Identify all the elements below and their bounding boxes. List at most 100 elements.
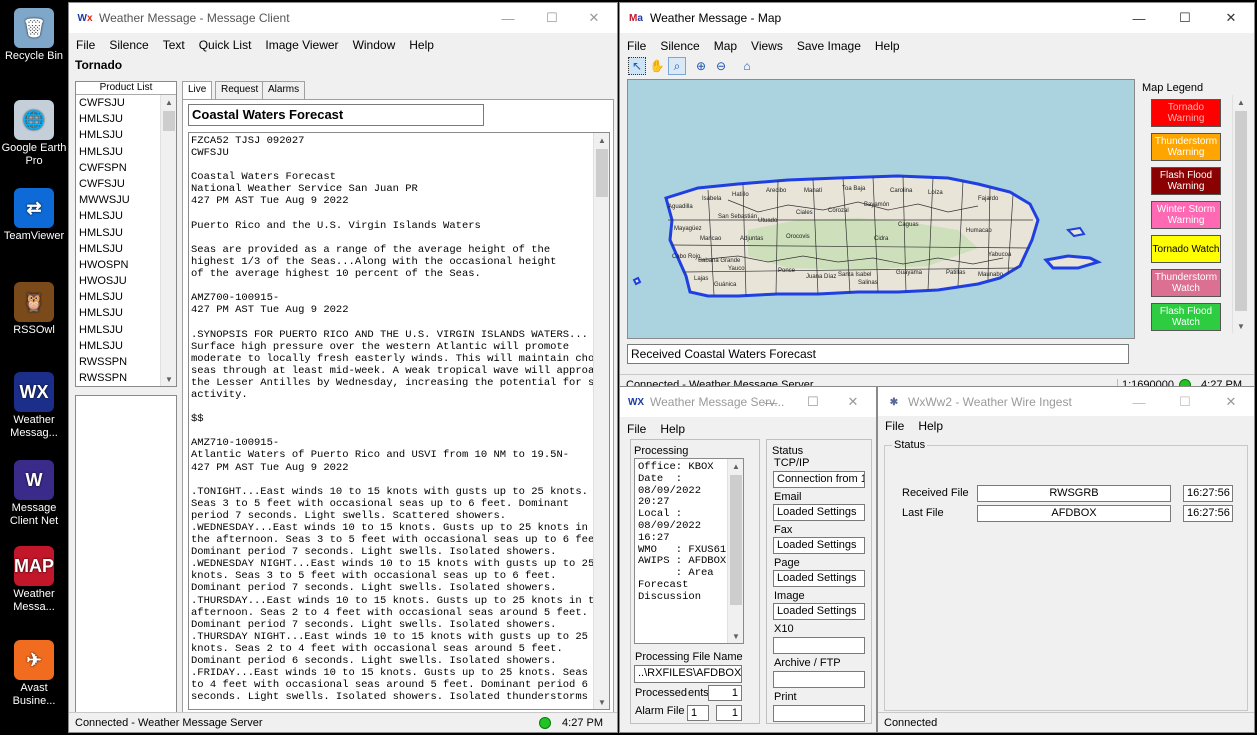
scroll-down-icon[interactable]: ▼ bbox=[1233, 319, 1248, 333]
vieques-island bbox=[1043, 254, 1103, 270]
zoom-out-icon[interactable]: ⊖ bbox=[712, 57, 730, 75]
menu-item[interactable]: Silence bbox=[102, 38, 155, 52]
ingest-window: ✱ WxWw2 - Weather Wire Ingest — ☐ ✕ File… bbox=[877, 386, 1255, 733]
page-label: Page bbox=[774, 557, 800, 569]
scroll-up-icon[interactable]: ▲ bbox=[728, 459, 743, 473]
map-place-label: Maunabo bbox=[978, 272, 1004, 278]
zoom-in-icon[interactable]: ⊕ bbox=[692, 57, 710, 75]
maximize-button[interactable]: ☐ bbox=[1162, 3, 1208, 33]
legend-item[interactable]: Thunderstorm Watch bbox=[1151, 269, 1221, 297]
scroll-up-icon[interactable]: ▲ bbox=[161, 95, 176, 109]
map-legend[interactable]: ▲ ▼ Tornado Warning Thunderstorm Warning F… bbox=[1138, 95, 1248, 333]
menu-item[interactable]: Text bbox=[156, 38, 192, 52]
menu-item[interactable]: File bbox=[620, 39, 653, 53]
product-text-box[interactable]: FZCA52 TJSJ 092027 CWFSJU Coastal Waters… bbox=[188, 132, 610, 710]
menu-item[interactable]: Window bbox=[346, 38, 403, 52]
legend-item[interactable]: Tornado Watch bbox=[1151, 235, 1221, 263]
legend-title: Map Legend bbox=[1142, 82, 1204, 94]
select-tool-icon[interactable]: ↖ bbox=[628, 57, 646, 75]
desktop-icon-label: Avast Busine... bbox=[12, 682, 56, 707]
map-canvas[interactable]: Aguadilla Isabela Hatillo Arecibo Manatí Toa … bbox=[627, 79, 1135, 339]
legend-scrollbar[interactable]: ▲ ▼ bbox=[1232, 95, 1248, 333]
menu-item[interactable]: Image Viewer bbox=[258, 38, 345, 52]
minimize-button[interactable]: — bbox=[1116, 3, 1162, 33]
menu-item[interactable]: Save Image bbox=[790, 39, 868, 53]
file-name-label: Processing File Name bbox=[635, 651, 743, 663]
minimize-button[interactable]: — bbox=[748, 387, 794, 417]
tab-live[interactable]: Live bbox=[182, 81, 213, 101]
zoom-box-tool-icon[interactable]: ⌕ bbox=[668, 57, 686, 75]
scroll-thumb[interactable] bbox=[730, 475, 742, 605]
culebra-island bbox=[1065, 226, 1086, 238]
tab-request[interactable]: Request bbox=[215, 81, 265, 99]
scroll-down-icon[interactable]: ▼ bbox=[161, 372, 176, 386]
email-field: Loaded Settings bbox=[773, 504, 865, 521]
window-title: WxWw2 - Weather Wire Ingest bbox=[908, 395, 1072, 409]
menu-item[interactable]: File bbox=[878, 419, 911, 433]
scroll-thumb[interactable] bbox=[596, 149, 608, 197]
home-view-icon[interactable]: ⌂ bbox=[738, 57, 756, 75]
map-place-label: Salinas bbox=[858, 280, 878, 286]
pan-tool-icon[interactable]: ✋ bbox=[648, 57, 666, 75]
map-place-label: Juana Díaz bbox=[806, 274, 836, 280]
processing-text-box[interactable]: Office: KBOX Date : 08/09/2022 20:27 Loc… bbox=[634, 458, 744, 644]
map-toolbar: ↖ ✋ ⌕ ⊕ ⊖ ⌂ bbox=[624, 54, 824, 78]
menu-item[interactable]: Help bbox=[868, 39, 907, 53]
text-scrollbar[interactable]: ▲ ▼ bbox=[593, 133, 609, 709]
scroll-thumb[interactable] bbox=[1235, 111, 1247, 311]
desktop-icon[interactable]: W Message Client Net bbox=[0, 460, 68, 528]
legend-item[interactable]: Winter Storm Warning bbox=[1151, 201, 1221, 229]
maximize-button[interactable]: ☐ bbox=[1162, 387, 1208, 417]
menu-item[interactable]: Silence bbox=[653, 39, 706, 53]
scroll-up-icon[interactable]: ▲ bbox=[594, 133, 609, 147]
product-list-scrollbar[interactable]: ▲ ▼ bbox=[160, 95, 176, 386]
legend-item[interactable]: Flash Flood Warning bbox=[1151, 167, 1221, 195]
menu-item[interactable]: Help bbox=[402, 38, 441, 52]
tab-alarms[interactable]: Alarms bbox=[262, 81, 306, 99]
desktop-icon[interactable]: ✈ Avast Busine... bbox=[0, 640, 68, 708]
menu-item[interactable]: Help bbox=[911, 419, 950, 433]
scroll-thumb[interactable] bbox=[163, 111, 175, 131]
product-list-header[interactable]: Product List bbox=[76, 82, 176, 95]
legend-item[interactable]: Thunderstorm Warning bbox=[1151, 133, 1221, 161]
map-place-label: Santa Isabel bbox=[838, 272, 871, 278]
legend-item[interactable]: Tornado Warning bbox=[1151, 99, 1221, 127]
map-place-label: Adjuntas bbox=[740, 236, 763, 242]
map-place-label: Hatillo bbox=[732, 192, 749, 198]
map-place-label: Cidra bbox=[874, 236, 889, 242]
menu-item[interactable]: File bbox=[620, 422, 653, 436]
minimize-button[interactable]: — bbox=[485, 3, 531, 33]
desktop-icon[interactable]: 🗑 Recycle Bin bbox=[0, 8, 68, 63]
map-place-label: Humacao bbox=[966, 228, 992, 234]
close-button[interactable]: ✕ bbox=[571, 3, 617, 33]
close-button[interactable]: ✕ bbox=[830, 387, 876, 417]
menu-item[interactable]: Help bbox=[653, 422, 692, 436]
desktop-icon[interactable]: 🌐 Google Earth Pro bbox=[0, 100, 68, 168]
maximize-button[interactable]: ☐ bbox=[529, 3, 575, 33]
scroll-down-icon[interactable]: ▼ bbox=[728, 629, 743, 643]
menu-item[interactable]: File bbox=[69, 38, 102, 52]
product-list[interactable]: Product List CWFSJU HMLSJU HMLSJU HMLSJU CWF… bbox=[75, 81, 177, 387]
legend-item[interactable]: Flash Flood Watch bbox=[1151, 303, 1221, 331]
scroll-up-icon[interactable]: ▲ bbox=[1233, 95, 1248, 109]
minimize-button[interactable]: — bbox=[1116, 387, 1162, 417]
processing-scrollbar[interactable]: ▲ ▼ bbox=[727, 459, 743, 643]
scroll-down-icon[interactable]: ▼ bbox=[594, 695, 609, 709]
desktop-icon[interactable]: 🦉 RSSOwl bbox=[0, 282, 68, 337]
server-window: WX Weather Message Serv... — ☐ ✕ File Hel… bbox=[619, 386, 877, 733]
menu-item[interactable]: Views bbox=[744, 39, 790, 53]
map-place-label: Isabela bbox=[702, 196, 722, 202]
tab-strip: Live Request Alarms bbox=[182, 81, 614, 101]
menu-item[interactable]: Map bbox=[707, 39, 744, 53]
close-button[interactable]: ✕ bbox=[1208, 387, 1254, 417]
close-button[interactable]: ✕ bbox=[1208, 3, 1254, 33]
archive-field bbox=[773, 671, 865, 688]
map-place-label: Guánica bbox=[714, 282, 737, 288]
menu-item[interactable]: Quick List bbox=[192, 38, 259, 52]
map-place-label: Sabana Grande bbox=[698, 258, 741, 264]
desktop-icon[interactable]: WX Weather Messag... bbox=[0, 372, 68, 440]
desktop-icon-label: Weather Messag... bbox=[10, 414, 58, 439]
window-title: Weather Message - Map bbox=[650, 11, 782, 25]
desktop-icon[interactable]: MAP Weather Messa... bbox=[0, 546, 68, 614]
desktop-icon[interactable]: ⇄ TeamViewer bbox=[0, 188, 68, 243]
